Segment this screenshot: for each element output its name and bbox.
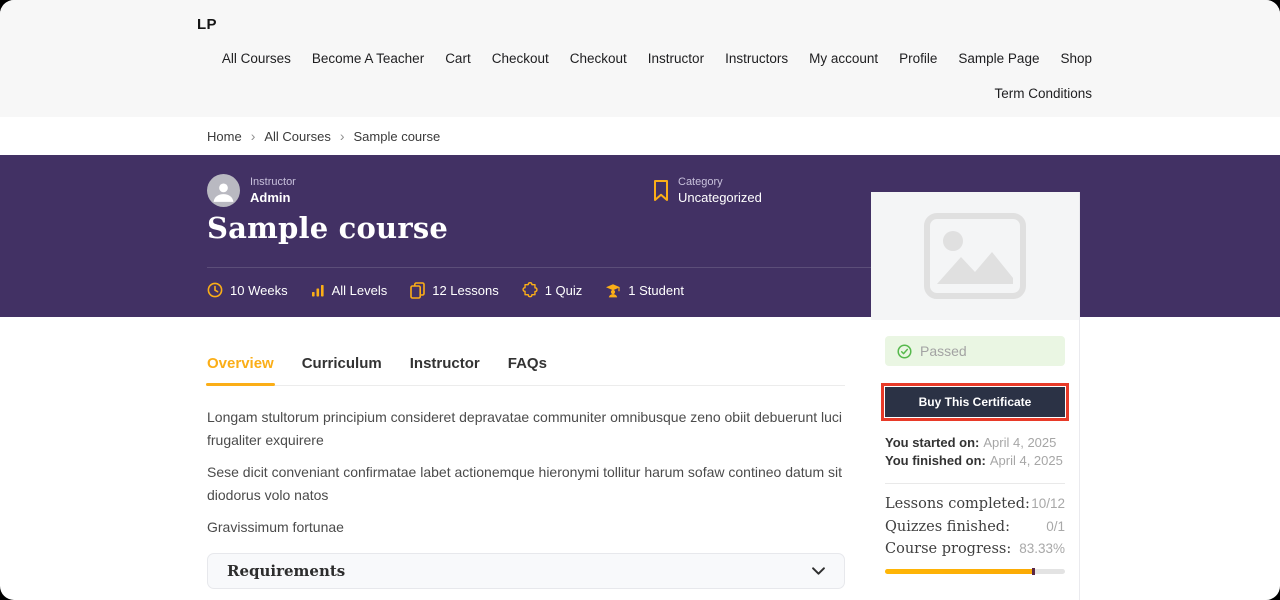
person-icon bbox=[211, 179, 236, 204]
tab-curriculum[interactable]: Curriculum bbox=[302, 355, 382, 372]
meta-level: All Levels bbox=[311, 283, 388, 298]
instructor-avatar bbox=[207, 174, 240, 207]
nav-item-profile[interactable]: Profile bbox=[899, 51, 937, 66]
progress-bar bbox=[885, 569, 1065, 574]
card-body: Passed Buy This Certificate You started … bbox=[871, 336, 1079, 574]
chevron-down-icon bbox=[812, 567, 825, 575]
main-nav-row-1: All Courses Become A Teacher Cart Checko… bbox=[222, 51, 1092, 66]
overview-paragraph: Sese dicit conveniant confirmatae labet … bbox=[207, 461, 845, 507]
requirements-title: Requirements bbox=[227, 562, 345, 580]
clock-icon bbox=[207, 282, 223, 298]
breadcrumb-all-courses[interactable]: All Courses bbox=[264, 129, 330, 144]
nav-item-my-account[interactable]: My account bbox=[809, 51, 878, 66]
breadcrumb-separator: › bbox=[340, 129, 345, 143]
meta-duration-label: 10 Weeks bbox=[230, 283, 288, 298]
category-value[interactable]: Uncategorized bbox=[678, 190, 762, 206]
meta-students: 1 Student bbox=[605, 282, 684, 298]
student-icon bbox=[605, 282, 621, 298]
instructor-block: Instructor Admin bbox=[207, 174, 296, 207]
started-label: You started on: bbox=[885, 434, 979, 452]
meta-duration: 10 Weeks bbox=[207, 282, 288, 298]
meta-lessons: 12 Lessons bbox=[410, 282, 499, 299]
divider bbox=[885, 483, 1065, 484]
check-circle-icon bbox=[897, 344, 912, 359]
course-title: Sample course bbox=[207, 211, 448, 245]
nav-item-become-a-teacher[interactable]: Become A Teacher bbox=[312, 51, 424, 66]
instructor-name[interactable]: Admin bbox=[250, 190, 296, 206]
overview-paragraph: Gravissimum fortunae bbox=[207, 516, 845, 539]
stat-course-progress: Course progress: 83.33% bbox=[885, 538, 1065, 561]
site-header: LP All Courses Become A Teacher Cart Che… bbox=[0, 0, 1280, 117]
course-hero: Instructor Admin Category Uncategorized … bbox=[0, 155, 1280, 317]
requirements-accordion[interactable]: Requirements bbox=[207, 553, 845, 589]
lessons-icon bbox=[410, 282, 425, 299]
nav-item-checkout-2[interactable]: Checkout bbox=[570, 51, 627, 66]
bookmark-icon bbox=[653, 179, 669, 202]
breadcrumb-separator: › bbox=[251, 129, 256, 143]
breadcrumb: Home › All Courses › Sample course bbox=[0, 117, 1280, 155]
image-placeholder-icon bbox=[923, 212, 1027, 300]
meta-level-label: All Levels bbox=[332, 283, 388, 298]
main-content: Overview Curriculum Instructor FAQs Long… bbox=[207, 317, 845, 589]
progress-fill bbox=[885, 569, 1035, 574]
nav-item-instructors[interactable]: Instructors bbox=[725, 51, 788, 66]
overview-paragraph: Longam stultorum principium consideret d… bbox=[207, 406, 845, 452]
instructor-label: Instructor bbox=[250, 175, 296, 190]
quiz-icon bbox=[522, 282, 538, 298]
meta-quiz: 1 Quiz bbox=[522, 282, 583, 298]
nav-item-instructor[interactable]: Instructor bbox=[648, 51, 704, 66]
passed-label: Passed bbox=[920, 343, 967, 359]
course-image-placeholder bbox=[871, 192, 1079, 320]
nav-item-shop[interactable]: Shop bbox=[1060, 51, 1092, 66]
main-nav-row-2: Term Conditions bbox=[994, 86, 1092, 101]
meta-quiz-label: 1 Quiz bbox=[545, 283, 583, 298]
nav-item-sample-page[interactable]: Sample Page bbox=[958, 51, 1039, 66]
tab-instructor[interactable]: Instructor bbox=[410, 355, 480, 372]
course-sidebar-card: Passed Buy This Certificate You started … bbox=[871, 192, 1080, 600]
course-tabs: Overview Curriculum Instructor FAQs bbox=[207, 355, 845, 386]
buy-certificate-button[interactable]: Buy This Certificate bbox=[885, 387, 1065, 417]
meta-students-label: 1 Student bbox=[628, 283, 684, 298]
meta-lessons-label: 12 Lessons bbox=[432, 283, 499, 298]
nav-item-all-courses[interactable]: All Courses bbox=[222, 51, 291, 66]
course-dates: You started on: April 4, 2025 You finish… bbox=[885, 434, 1065, 470]
nav-item-cart[interactable]: Cart bbox=[445, 51, 471, 66]
tab-overview[interactable]: Overview bbox=[207, 355, 274, 372]
nav-item-term-conditions[interactable]: Term Conditions bbox=[994, 86, 1092, 101]
breadcrumb-current: Sample course bbox=[354, 129, 441, 144]
finished-value: April 4, 2025 bbox=[990, 452, 1063, 470]
course-meta: 10 Weeks All Levels 12 Lessons bbox=[207, 280, 684, 300]
levels-icon bbox=[311, 284, 325, 297]
site-logo[interactable]: LP bbox=[197, 16, 217, 33]
stat-quizzes-finished: Quizzes finished: 0/1 bbox=[885, 516, 1065, 539]
category-block: Category Uncategorized bbox=[653, 175, 762, 206]
passed-badge: Passed bbox=[885, 336, 1065, 366]
tab-faqs[interactable]: FAQs bbox=[508, 355, 547, 372]
nav-item-checkout-1[interactable]: Checkout bbox=[492, 51, 549, 66]
finished-label: You finished on: bbox=[885, 452, 986, 470]
annotation-highlight: Buy This Certificate bbox=[881, 383, 1069, 421]
started-value: April 4, 2025 bbox=[983, 434, 1056, 452]
stat-lessons-completed: Lessons completed: 10/12 bbox=[885, 493, 1065, 516]
category-label: Category bbox=[678, 175, 762, 190]
breadcrumb-home[interactable]: Home bbox=[207, 129, 242, 144]
page: LP All Courses Become A Teacher Cart Che… bbox=[0, 0, 1280, 600]
